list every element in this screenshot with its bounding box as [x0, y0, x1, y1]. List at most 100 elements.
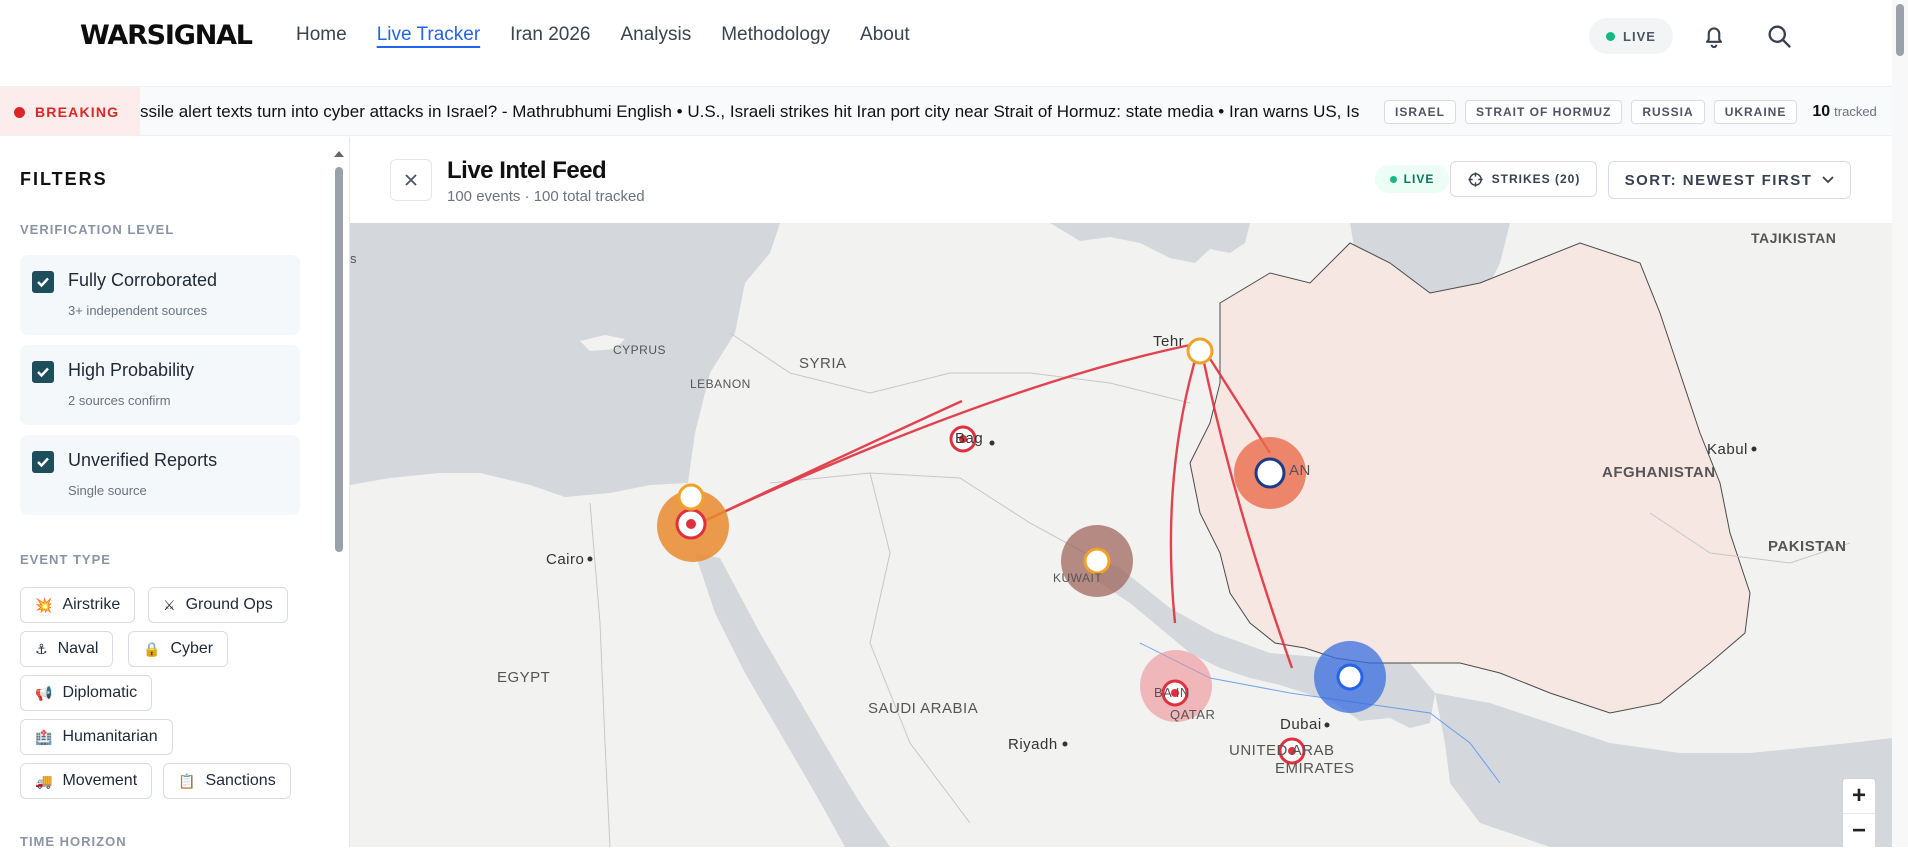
nav-iran-2026[interactable]: Iran 2026 [510, 24, 590, 46]
feed-header: Live Intel Feed 100 events · 100 total t… [350, 137, 1892, 223]
label-dubai: Dubai [1280, 716, 1322, 733]
label-baghdad: Bag [955, 430, 983, 447]
label-kuwait: KUWAIT [1053, 571, 1102, 585]
filter-title: Fully Corroborated [68, 270, 218, 290]
strikes-label: STRIKES (20) [1491, 172, 1581, 186]
sort-dropdown[interactable]: SORT: NEWEST FIRST [1608, 161, 1851, 199]
label-cyprus: CYPRUS [613, 343, 666, 357]
tag-ukraine[interactable]: UKRAINE [1713, 100, 1798, 124]
chip-label: Sanctions [205, 772, 276, 789]
city-dot [1324, 722, 1330, 728]
nav-methodology[interactable]: Methodology [721, 24, 830, 46]
nav-analysis[interactable]: Analysis [620, 24, 691, 46]
chip-label: Naval [57, 640, 99, 657]
scroll-up-icon[interactable] [333, 149, 345, 159]
label-tehran: Tehr [1153, 333, 1184, 350]
bell-icon[interactable] [1700, 22, 1728, 50]
feed-title: Live Intel Feed [447, 157, 607, 184]
city-dot [1751, 446, 1757, 452]
ground-ops-marker-icon[interactable] [1186, 337, 1214, 365]
strikes-toggle-button[interactable]: STRIKES (20) [1450, 161, 1597, 197]
tag-russia[interactable]: RUSSIA [1631, 100, 1705, 124]
zoom-in-button[interactable]: + [1843, 779, 1875, 813]
airstrike-icon: 💥 [35, 596, 53, 613]
filter-unverified-reports[interactable]: Unverified Reports Single source [20, 435, 300, 515]
live-status-pill: LIVE [1589, 18, 1673, 54]
tag-israel[interactable]: ISRAEL [1384, 100, 1457, 124]
breaking-ticker: BREAKING ssile alert texts turn into cyb… [0, 86, 1892, 136]
map-panel: Live Intel Feed 100 events · 100 total t… [350, 137, 1892, 847]
ticker-headlines[interactable]: ssile alert texts turn into cyber attack… [140, 87, 1360, 135]
filter-high-probability[interactable]: High Probability 2 sources confirm [20, 345, 300, 425]
nav-home[interactable]: Home [296, 24, 347, 46]
search-icon[interactable] [1765, 22, 1793, 50]
label-edge: s [350, 251, 357, 266]
conflict-map[interactable]: TAJIKISTAN CYPRUS SYRIA LEBANON Tehr Bag… [350, 223, 1892, 847]
filters-sidebar: FILTERS VERIFICATION LEVEL Fully Corrobo… [0, 137, 350, 849]
tag-strait-of-hormuz[interactable]: STRAIT OF HORMUZ [1465, 100, 1623, 124]
chip-airstrike[interactable]: 💥 Airstrike [20, 587, 136, 623]
sanctions-marker-icon[interactable] [1254, 457, 1286, 489]
logo[interactable]: WARSIGNAL [80, 20, 253, 51]
page-scrollbar-thumb[interactable] [1896, 4, 1904, 56]
ground-ops-marker-icon[interactable] [677, 483, 705, 511]
breaking-badge: BREAKING [0, 87, 140, 135]
sidebar-scrollbar[interactable] [333, 149, 345, 849]
label-lebanon: LEBANON [690, 377, 751, 391]
label-syria: SYRIA [799, 355, 847, 372]
label-bahrain: BA IN [1154, 685, 1190, 700]
chip-label: Movement [62, 772, 138, 789]
chip-label: Humanitarian [62, 728, 158, 745]
filter-fully-corroborated[interactable]: Fully Corroborated 3+ independent source… [20, 255, 300, 335]
chip-cyber[interactable]: 🔒 Cyber [128, 631, 229, 667]
movement-marker-icon[interactable] [1083, 547, 1111, 575]
live-dot-icon [1606, 31, 1616, 41]
filter-title: High Probability [68, 360, 195, 380]
chip-ground-ops[interactable]: ⚔ Ground Ops [148, 587, 288, 623]
checkbox-checked-icon[interactable] [32, 451, 54, 473]
feed-live-label: LIVE [1403, 172, 1435, 186]
naval-marker-icon[interactable] [1336, 663, 1364, 691]
checkbox-checked-icon[interactable] [32, 361, 54, 383]
live-label: LIVE [1623, 28, 1656, 44]
hospital-icon: 🏥 [35, 728, 53, 745]
sidebar-scroll-thumb[interactable] [335, 167, 343, 552]
feed-subtitle: 100 events · 100 total tracked [447, 188, 645, 205]
ticker-tags: ISRAEL STRAIT OF HORMUZ RUSSIA UKRAINE 1… [1362, 87, 1892, 135]
chip-movement[interactable]: 🚚 Movement [20, 763, 153, 799]
label-saudi-arabia: SAUDI ARABIA [868, 700, 978, 717]
nav-live-tracker[interactable]: Live Tracker [377, 24, 480, 46]
chip-label: Ground Ops [185, 596, 273, 613]
filters-title: FILTERS [20, 169, 108, 189]
live-dot-icon [1389, 175, 1397, 183]
chip-diplomatic[interactable]: 📢 Diplomatic [20, 675, 153, 711]
city-dot [1062, 741, 1068, 747]
sort-label: SORT: NEWEST FIRST [1624, 171, 1813, 189]
checkbox-checked-icon[interactable] [32, 271, 54, 293]
chevron-down-icon [1822, 176, 1835, 184]
chip-naval[interactable]: ⚓ Naval [20, 631, 114, 667]
filter-subtitle: 3+ independent sources [68, 303, 208, 318]
label-uae-line1: UNITED ARAB [1229, 742, 1335, 759]
filter-subtitle: Single source [68, 483, 147, 498]
close-icon [405, 174, 417, 186]
tracked-label: tracked [1834, 104, 1877, 119]
chip-label: Cyber [170, 640, 214, 657]
tracked-count: 10 tracked [1812, 103, 1876, 121]
tracked-number: 10 [1812, 103, 1831, 120]
label-riyadh: Riyadh [1008, 736, 1058, 753]
breaking-dot-icon [14, 106, 25, 118]
anchor-icon: ⚓ [35, 640, 48, 657]
chip-humanitarian[interactable]: 🏥 Humanitarian [20, 719, 173, 755]
close-feed-button[interactable] [390, 159, 432, 201]
filter-subtitle: 2 sources confirm [68, 393, 171, 408]
nav-about[interactable]: About [860, 24, 910, 46]
megaphone-icon: 📢 [35, 684, 53, 701]
label-pakistan: PAKISTAN [1768, 538, 1846, 555]
zoom-out-button[interactable]: − [1843, 813, 1875, 847]
chip-sanctions[interactable]: 📋 Sanctions [163, 763, 291, 799]
event-type-label: EVENT TYPE [20, 552, 111, 567]
page-scrollbar[interactable] [1892, 0, 1908, 847]
nav-links: Home Live Tracker Iran 2026 Analysis Met… [296, 24, 910, 46]
label-afghanistan: AFGHANISTAN [1602, 464, 1716, 481]
